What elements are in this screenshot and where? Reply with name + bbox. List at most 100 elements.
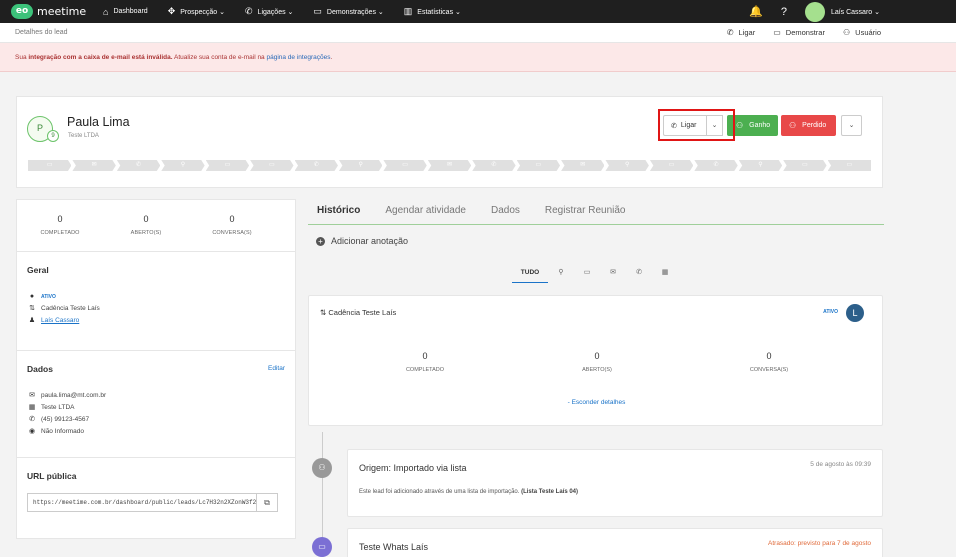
integrations-link[interactable]: página de integrações: [266, 54, 330, 61]
stat-value: 0: [422, 351, 428, 361]
target-icon: ✥: [167, 6, 176, 16]
phone-value: (45) 99123-4567: [41, 415, 90, 423]
company-value: Teste LTDA: [41, 403, 75, 411]
monitor-icon: ▭: [313, 6, 322, 16]
user-icon: ⚇: [842, 28, 851, 37]
phone-icon: ✆: [29, 416, 35, 423]
cadence-line: ⇅ Cadência Teste Laís: [27, 304, 285, 313]
chat-icon[interactable]: ▭: [574, 263, 600, 282]
chart-icon: ▥: [403, 6, 413, 16]
phone-icon: ✆: [245, 6, 253, 16]
nav-menu: ⌂ Dashboard ✥ Prospecção ⌄ ✆ Ligações ⌄ ▭ De…: [103, 6, 481, 17]
cadence-step[interactable]: ✉: [561, 160, 605, 171]
stat-label: COMPLETADO: [40, 230, 80, 236]
logo-text: meetime: [37, 5, 87, 18]
cadence-step[interactable]: ⚲: [338, 160, 383, 171]
nav-prospeccao[interactable]: ✥ Prospecção ⌄: [168, 6, 225, 17]
nav-dashboard[interactable]: ⌂ Dashboard: [103, 6, 148, 17]
logo-mark: eo: [11, 4, 33, 19]
history-filters: TUDO ⚲ ▭ ✉ ✆ ▦: [512, 262, 678, 283]
cadence-step[interactable]: ✆: [116, 160, 161, 171]
user-menu[interactable]: Laís Cassaro ⌄: [831, 8, 880, 16]
cadence-step[interactable]: ▭: [250, 160, 294, 171]
lead-name: Paula Lima: [67, 115, 130, 129]
event-title: Origem: Importado via lista: [359, 463, 467, 473]
nav-label: Ligações ⌄: [257, 8, 294, 16]
home-icon: ⌂: [103, 6, 109, 17]
public-url-field[interactable]: https://meetime.com.br/dashboard/public/…: [27, 493, 257, 512]
bell-icon[interactable]: 🔔: [749, 5, 763, 18]
cadence-step[interactable]: ▭: [827, 160, 872, 171]
cadence-step[interactable]: ✉: [72, 160, 116, 171]
top-navbar: eo meetime ⌂ Dashboard ✥ Prospecção ⌄ ✆ Lig…: [0, 0, 956, 23]
timeline-event[interactable]: Teste Whats Laís Atrasado: previsto para…: [347, 528, 883, 557]
tab-registrar-reuniao[interactable]: Registrar Reunião: [536, 198, 626, 224]
calendar-icon[interactable]: ▦: [652, 263, 678, 282]
add-note-button[interactable]: + Adicionar anotação: [316, 236, 408, 246]
button-label: Ganho: [749, 122, 771, 129]
stat-value: 0: [594, 351, 600, 361]
button-label: Perdido: [802, 122, 827, 129]
action-label: Usuário: [855, 28, 881, 37]
demonstrar-action[interactable]: ▭ Demonstrar: [773, 28, 825, 37]
status-line: ● ATIVO: [27, 293, 285, 300]
nav-estatisticas[interactable]: ▥ Estatísticas ⌄: [404, 6, 461, 17]
cadence-step[interactable]: ▭: [783, 160, 827, 171]
cadence-step[interactable]: ▭: [383, 160, 427, 171]
chat-icon: ▭: [312, 537, 332, 557]
nav-demonstracoes[interactable]: ▭ Demonstrações ⌄: [313, 6, 383, 17]
cadence-step[interactable]: ⚲: [738, 160, 783, 171]
cadence-step[interactable]: ⚲: [161, 160, 205, 171]
copy-icon[interactable]: ⧉: [257, 493, 278, 512]
phone-line: ✆ (45) 99123-4567: [27, 415, 285, 424]
more-options-button[interactable]: ⌄: [841, 115, 862, 136]
plus-circle-icon: +: [316, 236, 325, 246]
usuario-action[interactable]: ⚇ Usuário: [843, 28, 881, 37]
filter-all[interactable]: TUDO: [512, 263, 548, 283]
cadence-step[interactable]: ▭: [649, 160, 694, 171]
ligar-highlight-box: [658, 109, 735, 141]
monitor-icon: ▭: [773, 28, 781, 37]
cadence-step[interactable]: ✉: [427, 160, 472, 171]
hide-details-link[interactable]: - Esconder detalhes: [309, 399, 884, 406]
cadence-step[interactable]: ▭: [205, 160, 250, 171]
stat-value: 0: [57, 214, 63, 224]
event-time: Atrasado: previsto para 7 de agosto: [768, 540, 871, 547]
cadence-step[interactable]: ✆: [472, 160, 516, 171]
phone-icon[interactable]: ✆: [626, 263, 652, 282]
cadence-step[interactable]: ▭: [28, 160, 72, 171]
nav-ligacoes[interactable]: ✆ Ligações ⌄: [245, 6, 293, 17]
cadence-step[interactable]: ✆: [694, 160, 738, 171]
timeline-event[interactable]: Origem: Importado via lista 5 de agosto …: [347, 449, 883, 517]
alert-middle: Atualize sua conta de e-mail na: [172, 54, 267, 61]
sub-header: Detalhes do lead ✆ Ligar ▭ Demonstrar ⚇ Usu…: [0, 23, 956, 43]
stat-abertos: 0 ABERTO(S): [511, 351, 683, 373]
event-description: Este lead foi adicionado através de uma …: [359, 489, 578, 495]
thumbs-up-icon: ⚇: [736, 121, 744, 130]
cadence-title-text: Cadência Teste Laís: [328, 308, 397, 317]
owner-line: ♟ Laís Cassaro: [27, 316, 285, 325]
email-value: paula.lima@mt.com.br: [41, 391, 107, 399]
status-dot-icon: ●: [29, 293, 35, 300]
edit-link[interactable]: Editar: [268, 365, 285, 372]
nav-right: 🔔 ? Laís Cassaro ⌄: [749, 0, 956, 23]
owner-link[interactable]: Laís Cassaro: [41, 317, 79, 324]
meetime-logo[interactable]: eo meetime: [11, 4, 91, 19]
event-title: Teste Whats Laís: [359, 542, 429, 552]
perdido-button[interactable]: ⚇ Perdido: [781, 115, 836, 136]
user-avatar[interactable]: [804, 1, 825, 22]
cadence-step[interactable]: ▭: [516, 160, 561, 171]
search-icon[interactable]: ⚲: [548, 263, 574, 282]
tab-historico[interactable]: Histórico: [308, 198, 360, 224]
stat-label: ABERTO(S): [582, 367, 612, 373]
help-icon[interactable]: ?: [781, 6, 787, 18]
ligar-action[interactable]: ✆ Ligar: [727, 28, 755, 37]
mail-icon[interactable]: ✉: [600, 263, 626, 282]
tab-agendar-atividade[interactable]: Agendar atividade: [376, 198, 466, 224]
stat-value: 0: [766, 351, 772, 361]
geral-section: Geral ● ATIVO ⇅ Cadência Teste Laís ♟ Laís …: [17, 252, 295, 351]
cadence-step[interactable]: ✆: [294, 160, 338, 171]
tab-dados[interactable]: Dados: [482, 198, 520, 224]
cadence-step[interactable]: ⚲: [605, 160, 649, 171]
stat-completado: 0 COMPLETADO: [17, 214, 103, 251]
